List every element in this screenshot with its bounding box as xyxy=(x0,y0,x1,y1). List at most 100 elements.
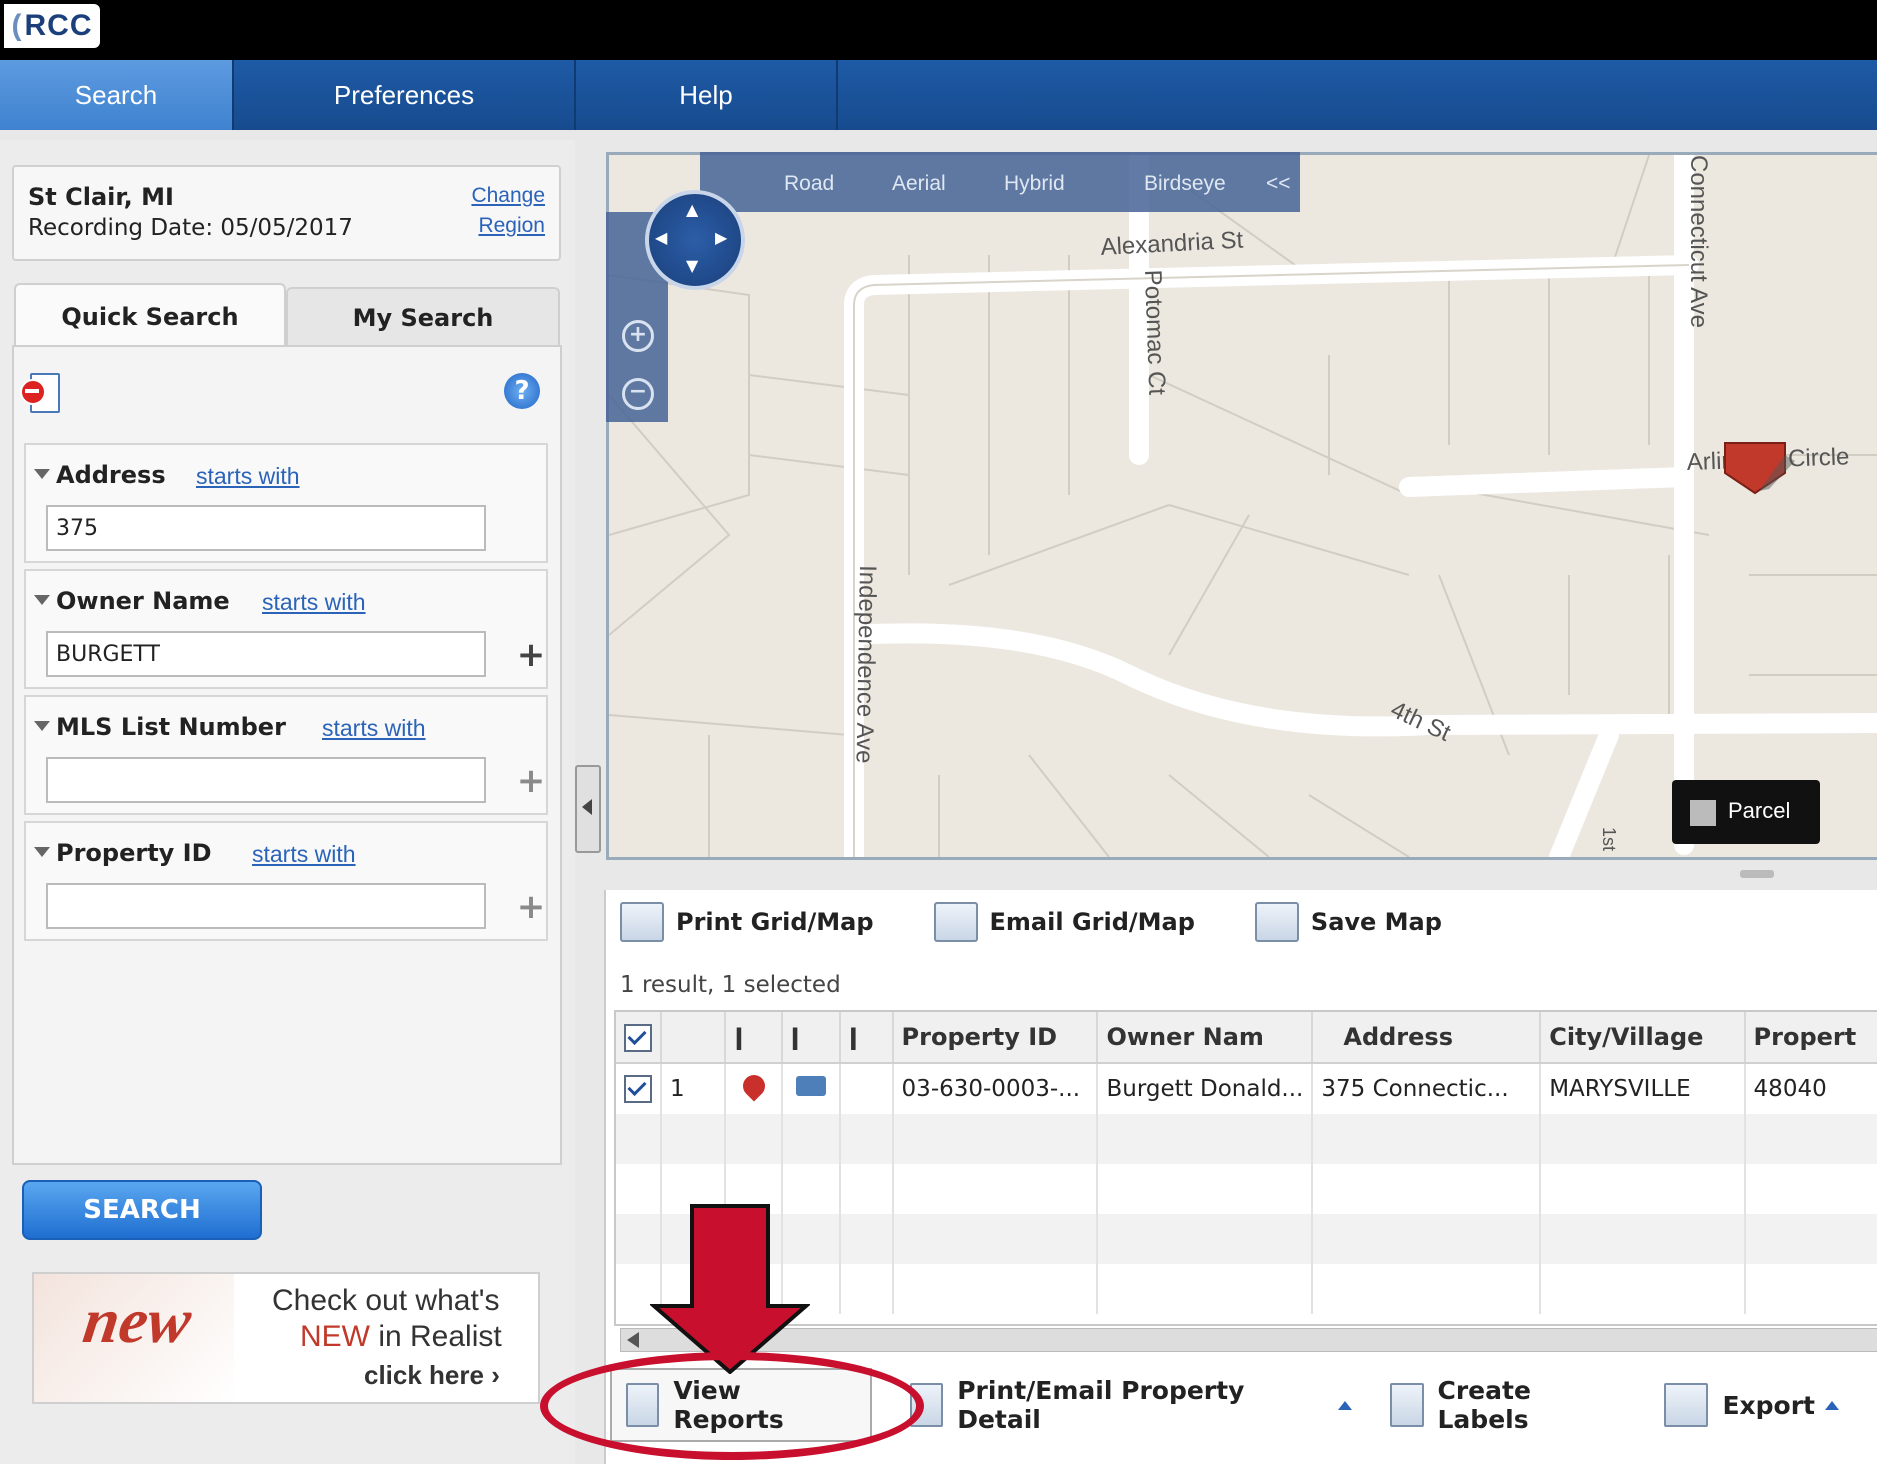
select-all-checkbox[interactable] xyxy=(616,1012,662,1064)
collapse-triangle-icon[interactable] xyxy=(34,469,50,479)
photo-camera-icon[interactable] xyxy=(781,1063,841,1114)
save-icon xyxy=(1254,902,1299,942)
owner-name-input[interactable] xyxy=(46,631,486,677)
cell-zip: 48040 xyxy=(1744,1063,1877,1114)
column-header-address[interactable]: Address xyxy=(1312,1012,1542,1064)
top-bar xyxy=(0,0,1877,60)
table-row[interactable]: 1 03-630-0003-... Burgett Donald... 375 … xyxy=(616,1063,1877,1114)
map-pin-icon[interactable] xyxy=(725,1063,783,1114)
add-mls-icon[interactable]: + xyxy=(514,761,548,801)
map-streets: Alexandria St Potomac Ct Connecticut Ave… xyxy=(609,155,1877,857)
mls-starts-with-link[interactable]: starts with xyxy=(322,715,426,742)
address-field-group: Address starts with xyxy=(24,443,548,563)
address-input[interactable] xyxy=(46,505,486,551)
street-label-independence: Independence Ave xyxy=(851,565,881,764)
property-marker-icon[interactable] xyxy=(1724,442,1795,495)
save-map-button[interactable]: Save Map xyxy=(1254,902,1442,942)
street-label-connecticut: Connecticut Ave xyxy=(1685,155,1712,328)
parcel-toggle[interactable]: Parcel xyxy=(1672,780,1820,844)
map-type-collapse[interactable]: << xyxy=(1266,172,1291,196)
property-id-field-group: Property ID starts with + xyxy=(24,821,548,941)
property-id-input[interactable] xyxy=(46,883,486,929)
row-checkbox[interactable] xyxy=(616,1063,662,1114)
dropdown-caret-icon xyxy=(1825,1400,1839,1410)
map-view[interactable]: Alexandria St Potomac Ct Connecticut Ave… xyxy=(606,152,1877,860)
street-label-1st: 1st xyxy=(1599,827,1619,851)
grid-toolbar: Print Grid/Map Email Grid/Map Save Map xyxy=(620,896,1502,948)
zoom-in-icon[interactable]: + xyxy=(622,320,654,352)
street-label-potomac: Potomac Ct xyxy=(1139,269,1170,396)
promo-line-1: Check out what's xyxy=(272,1284,500,1317)
mls-label: MLS List Number xyxy=(56,713,286,741)
mls-input[interactable] xyxy=(46,757,486,803)
cell-owner-name: Burgett Donald... xyxy=(1097,1063,1314,1114)
row-number-header xyxy=(661,1012,727,1064)
mls-field-group: MLS List Number starts with + xyxy=(24,695,548,815)
collapse-triangle-icon[interactable] xyxy=(34,721,50,731)
collapse-panel-handle[interactable] xyxy=(575,765,601,853)
map-type-birdseye[interactable]: Birdseye xyxy=(1144,172,1226,196)
pan-control-icon[interactable]: ▲ ▼ ◀ ▶ xyxy=(645,190,745,290)
collapse-triangle-icon[interactable] xyxy=(34,847,50,857)
row-number: 1 xyxy=(661,1063,727,1114)
scroll-left-icon[interactable] xyxy=(627,1332,639,1348)
change-region-link[interactable]: Change Region xyxy=(471,181,545,241)
column-header-icon[interactable]: ǀ xyxy=(781,1012,841,1064)
email-icon xyxy=(933,902,978,942)
property-id-label: Property ID xyxy=(56,839,212,867)
property-id-starts-with-link[interactable]: starts with xyxy=(252,841,356,868)
parcel-label: Parcel xyxy=(1728,798,1791,823)
column-header-property-id[interactable]: Property ID xyxy=(892,1012,1099,1064)
add-property-id-icon[interactable]: + xyxy=(514,887,548,927)
printer-icon xyxy=(620,902,664,942)
email-grid-map-button[interactable]: Email Grid/Map xyxy=(933,902,1195,942)
cell-address: 375 Connectic... xyxy=(1312,1063,1542,1114)
owner-name-field-group: Owner Name starts with + xyxy=(24,569,548,689)
owner-name-label: Owner Name xyxy=(56,587,230,615)
parcel-checkbox-icon[interactable] xyxy=(1690,800,1716,826)
map-type-aerial[interactable]: Aerial xyxy=(892,172,946,196)
empty-cell xyxy=(839,1063,894,1114)
tab-preferences[interactable]: Preferences xyxy=(234,60,576,130)
tab-my-search[interactable]: My Search xyxy=(286,287,560,347)
column-header-icon[interactable]: ǀ xyxy=(839,1012,894,1064)
promo-line-2: NEW in Realist xyxy=(300,1320,502,1353)
print-email-property-detail-button[interactable]: Print/Email Property Detail xyxy=(909,1376,1353,1434)
street-label-alexandria: Alexandria St xyxy=(1100,227,1244,261)
map-type-road[interactable]: Road xyxy=(784,172,834,196)
promo-click-here-link[interactable]: click here › xyxy=(364,1360,500,1391)
column-header-owner-name[interactable]: Owner Nam xyxy=(1097,1012,1314,1064)
print-grid-map-button[interactable]: Print Grid/Map xyxy=(620,902,874,942)
add-owner-icon[interactable]: + xyxy=(514,635,548,675)
map-type-hybrid[interactable]: Hybrid xyxy=(1004,172,1065,196)
owner-name-starts-with-link[interactable]: starts with xyxy=(262,589,366,616)
help-icon[interactable]: ? xyxy=(504,373,540,409)
empty-row xyxy=(616,1114,1877,1164)
recording-date: Recording Date: 05/05/2017 xyxy=(28,215,353,241)
tab-quick-search[interactable]: Quick Search xyxy=(14,283,286,349)
address-starts-with-link[interactable]: starts with xyxy=(196,463,300,490)
quick-search-panel: ? Address starts with Owner Name starts … xyxy=(12,345,562,1165)
realist-promo-banner[interactable]: new Check out what's NEW in Realist clic… xyxy=(32,1272,540,1404)
create-labels-button[interactable]: Create Labels xyxy=(1390,1376,1626,1434)
callout-down-arrow xyxy=(650,1204,810,1374)
search-button[interactable]: SEARCH xyxy=(22,1180,262,1240)
address-label: Address xyxy=(56,461,166,489)
column-header-city[interactable]: City/Village xyxy=(1540,1012,1746,1064)
tab-search[interactable]: Search xyxy=(0,60,234,130)
region-info: St Clair, MI Recording Date: 05/05/2017 … xyxy=(12,165,561,261)
column-header-icon[interactable]: ǀ xyxy=(725,1012,783,1064)
main-nav: Search Preferences Help xyxy=(0,60,1877,130)
clear-search-icon[interactable] xyxy=(20,369,60,413)
collapse-triangle-icon[interactable] xyxy=(34,595,50,605)
export-icon xyxy=(1664,1383,1709,1427)
export-button[interactable]: Export xyxy=(1664,1383,1839,1427)
region-name: St Clair, MI xyxy=(28,183,174,211)
map-type-selector: Road Aerial Hybrid Birdseye << xyxy=(700,152,1300,212)
zoom-out-icon[interactable]: − xyxy=(622,378,654,410)
cell-city: MARYSVILLE xyxy=(1540,1063,1746,1114)
column-header-property-zip[interactable]: Propert xyxy=(1744,1012,1877,1064)
street-label-4th: 4th St xyxy=(1386,696,1455,747)
tab-help[interactable]: Help xyxy=(576,60,838,130)
resize-handle[interactable] xyxy=(1740,870,1774,878)
